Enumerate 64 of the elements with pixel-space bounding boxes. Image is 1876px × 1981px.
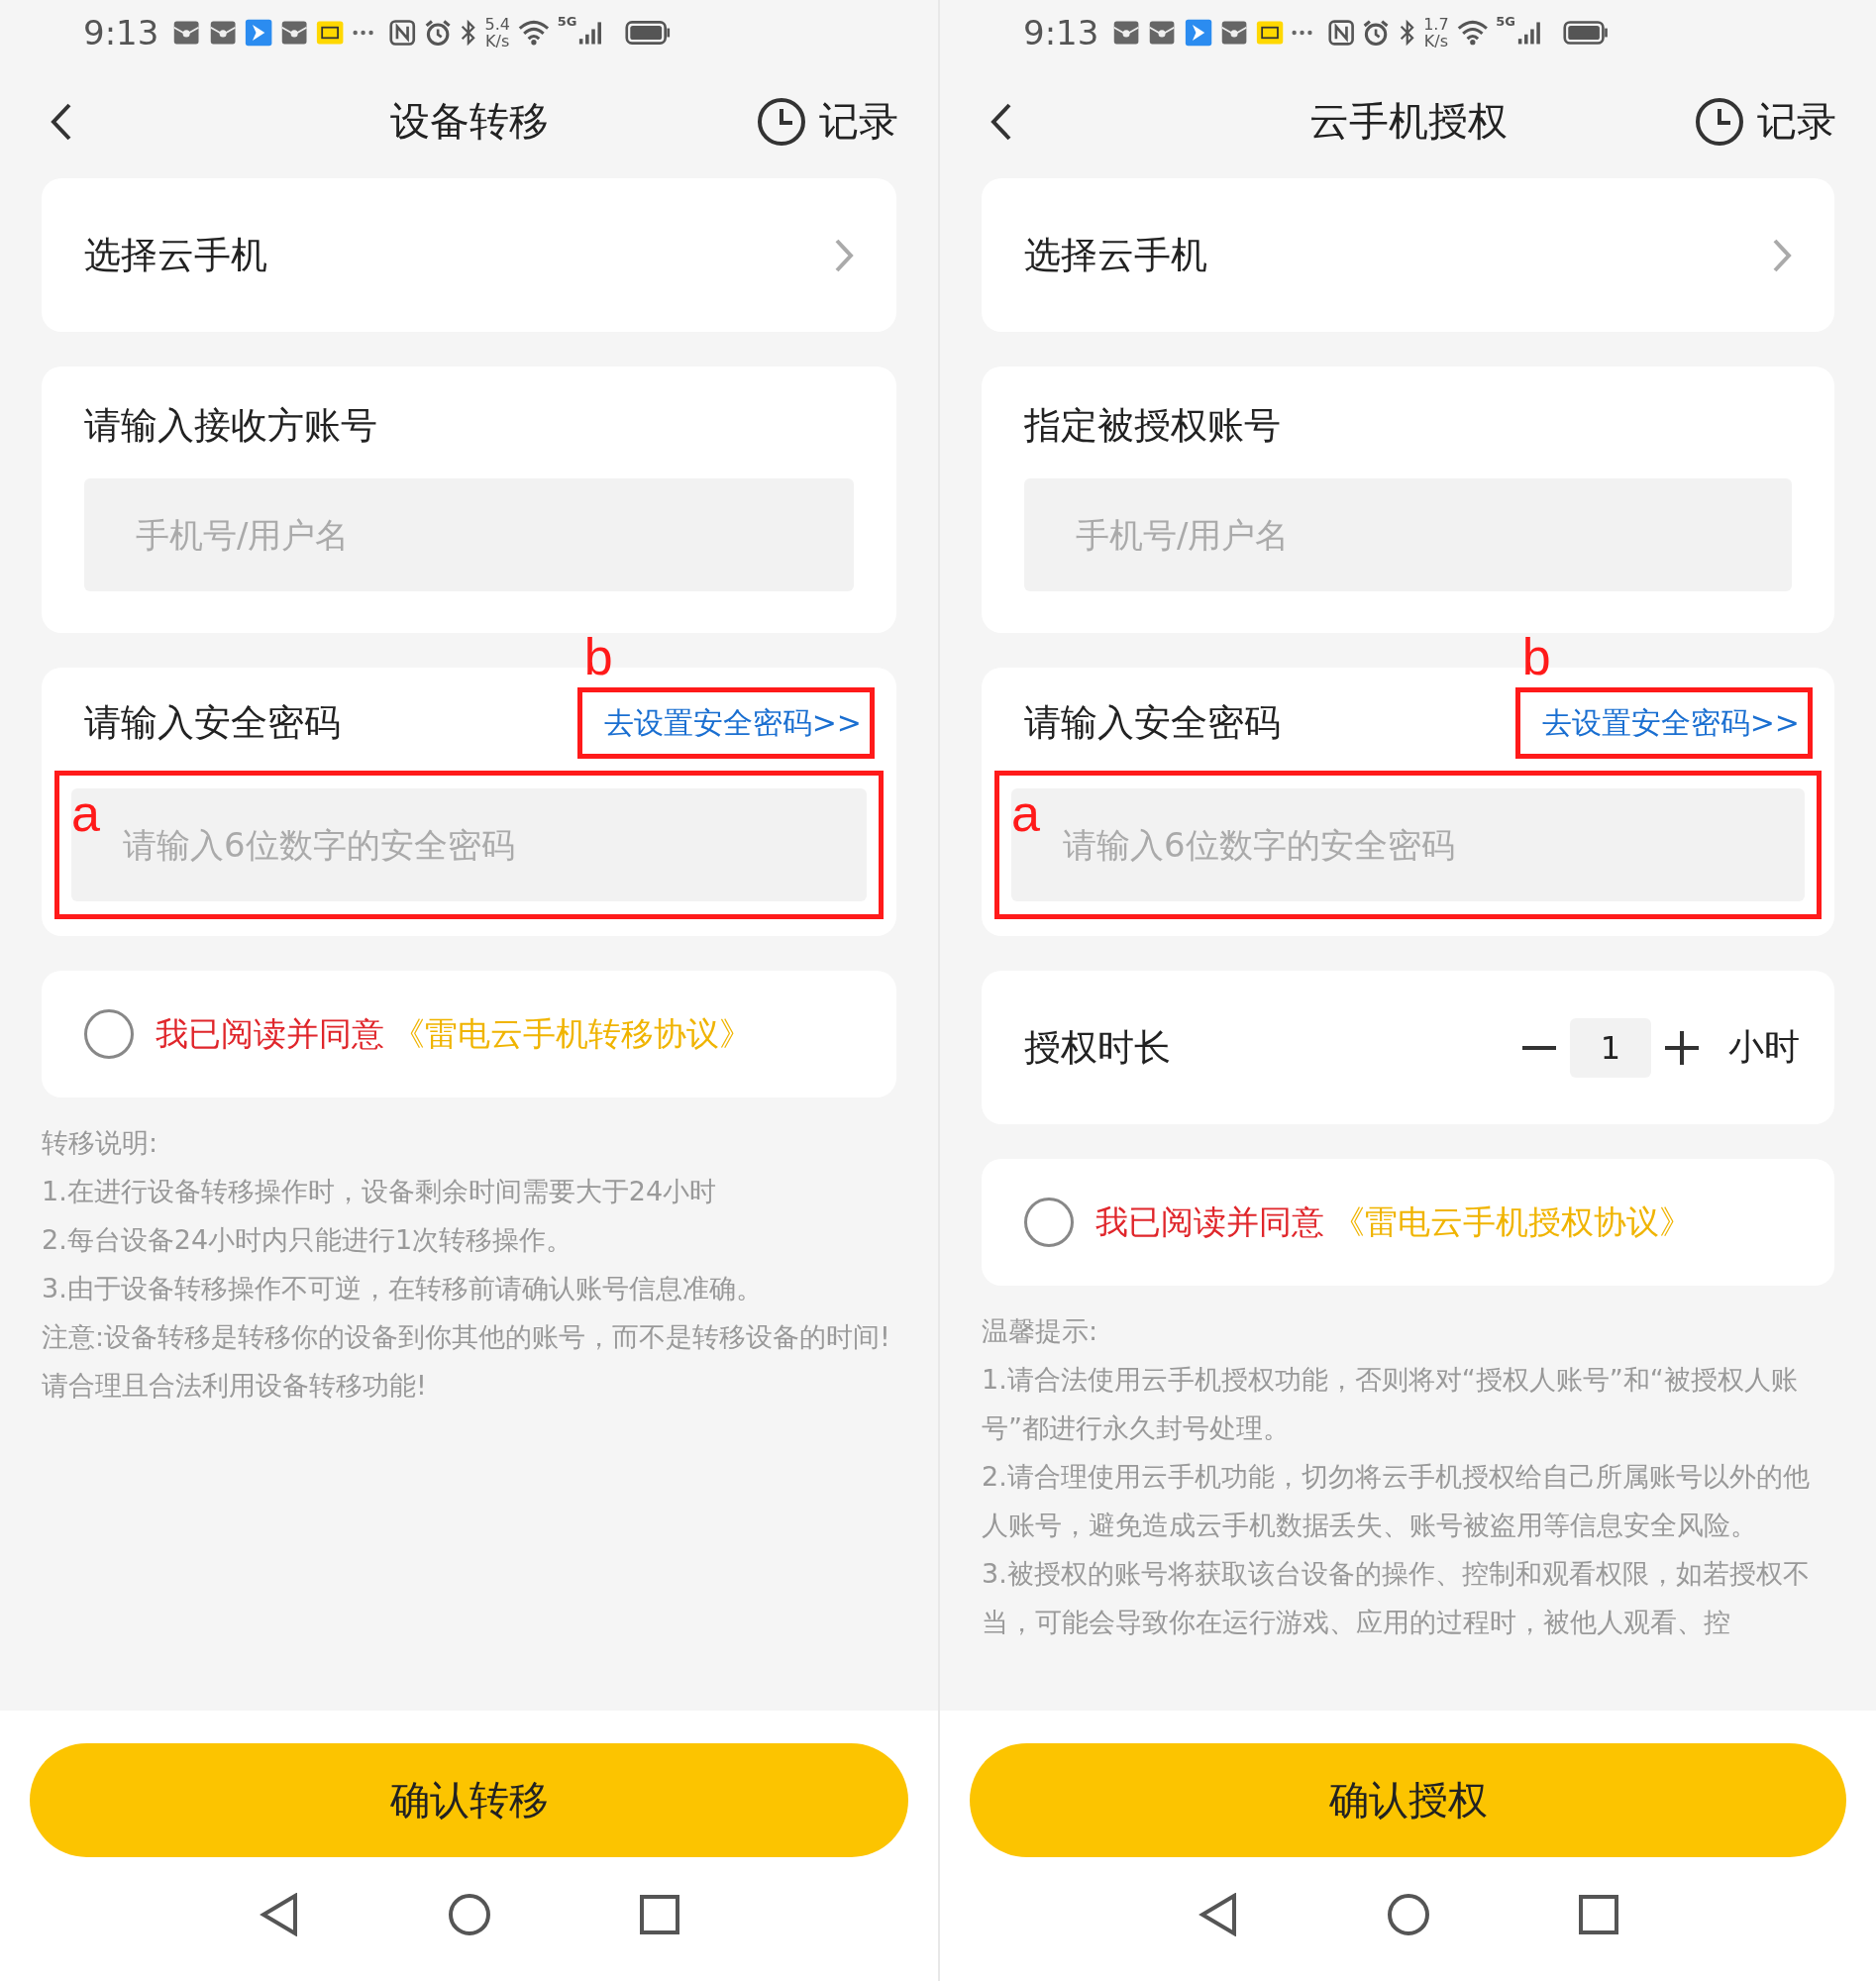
plus-icon[interactable]	[1665, 1030, 1699, 1065]
minus-icon[interactable]	[1522, 1044, 1556, 1051]
agreement-text: 我已阅读并同意 《雷电云手机授权协议》	[1095, 1200, 1692, 1243]
more-icon	[1292, 29, 1313, 36]
confirm-button[interactable]: 确认授权	[970, 1743, 1846, 1857]
note-text: 1.在进行设备转移操作时，设备剩余时间需要大于24小时	[42, 1175, 718, 1208]
clock-icon[interactable]	[1694, 95, 1745, 148]
agreement-text: 我已阅读并同意 《雷电云手机转移协议》	[156, 1012, 752, 1055]
set-password-link[interactable]: 去设置安全密码>>	[603, 702, 862, 744]
home-icon[interactable]	[1386, 1892, 1430, 1936]
note-text: 1.请合法使用云手机授权功能，否则将对“授权人账号”和“被授权人账号”都进行永久封号处理。	[982, 1363, 1799, 1445]
clock-icon[interactable]	[756, 95, 807, 148]
field-label: 指定被授权账号	[1024, 403, 1282, 449]
history-link[interactable]: 记录	[819, 94, 898, 149]
back-icon[interactable]	[1198, 1892, 1238, 1936]
note-text: 注意:设备转移是转移你的设备到你其他的账号，而不是转移设备的时间!请合理且合法利用设备转移功能!	[42, 1320, 891, 1403]
annotation-label: b	[1521, 631, 1551, 682]
input-field[interactable]: 手机号/用户名	[1024, 478, 1792, 591]
nfc-icon	[389, 17, 416, 48]
confirm-button[interactable]: 确认转移	[30, 1743, 908, 1857]
back-icon[interactable]	[259, 1892, 299, 1936]
back-icon[interactable]	[50, 101, 73, 142]
chevron-icon	[833, 237, 855, 273]
more-icon	[352, 29, 373, 36]
row-label: 选择云手机	[84, 232, 267, 278]
annotation-label: b	[583, 631, 613, 682]
status-time: 9:13	[1023, 12, 1099, 52]
annotation-label: a	[1011, 787, 1040, 839]
set-password-link[interactable]: 去设置安全密码>>	[1541, 702, 1800, 744]
input-field[interactable]: 手机号/用户名	[84, 478, 854, 591]
nfc-icon	[1328, 17, 1355, 48]
note-text: 温馨提示:	[982, 1314, 1099, 1348]
network-speed: 5.4 K/s	[484, 15, 510, 50]
network-type: 5G	[1496, 14, 1515, 29]
battery-icon	[1563, 18, 1609, 47]
field-label: 请输入安全密码	[84, 700, 341, 746]
history-link[interactable]: 记录	[1757, 94, 1836, 149]
duration-value[interactable]: 1	[1570, 1017, 1651, 1078]
battery-icon	[625, 18, 671, 47]
back-icon[interactable]	[990, 101, 1013, 142]
select-phone-row[interactable]: 选择云手机	[982, 178, 1834, 332]
network-type: 5G	[557, 14, 577, 29]
duration-unit: 小时	[1728, 1025, 1800, 1069]
note-text: 2.每台设备24小时内只能进行1次转移操作。	[42, 1223, 574, 1257]
home-icon[interactable]	[447, 1892, 491, 1936]
row-label: 选择云手机	[1024, 232, 1207, 278]
field-label: 请输入接收方账号	[84, 403, 378, 449]
recents-icon[interactable]	[639, 1894, 679, 1934]
select-phone-row[interactable]: 选择云手机	[42, 178, 896, 332]
note-text: 3.由于设备转移操作不可逆，在转移前请确认账号信息准确。	[42, 1272, 764, 1305]
chevron-icon	[1771, 237, 1793, 273]
status-time: 9:13	[83, 12, 159, 52]
field-label: 请输入安全密码	[1024, 700, 1281, 746]
note-text: 3.被授权的账号将获取该台设备的操作、控制和观看权限，如若授权不当，可能会导致你在运行游戏、应用的过程时，被他人观看、控	[982, 1557, 1811, 1639]
annotation-label: a	[71, 787, 100, 839]
network-speed: 1.7 K/s	[1423, 15, 1449, 50]
recents-icon[interactable]	[1578, 1894, 1618, 1934]
radio-button[interactable]	[84, 1009, 134, 1059]
note-text: 转移说明:	[42, 1126, 159, 1160]
note-text: 2.请合理使用云手机功能，切勿将云手机授权给自己所属账号以外的他人账号，避免造成云手机数据丢失、账号被盗用等信息安全风险。	[982, 1460, 1811, 1542]
duration-label: 授权时长	[1024, 1024, 1171, 1071]
page-title: 云手机授权	[1308, 98, 1508, 144]
page-title: 设备转移	[389, 98, 549, 144]
radio-button[interactable]	[1024, 1198, 1074, 1247]
